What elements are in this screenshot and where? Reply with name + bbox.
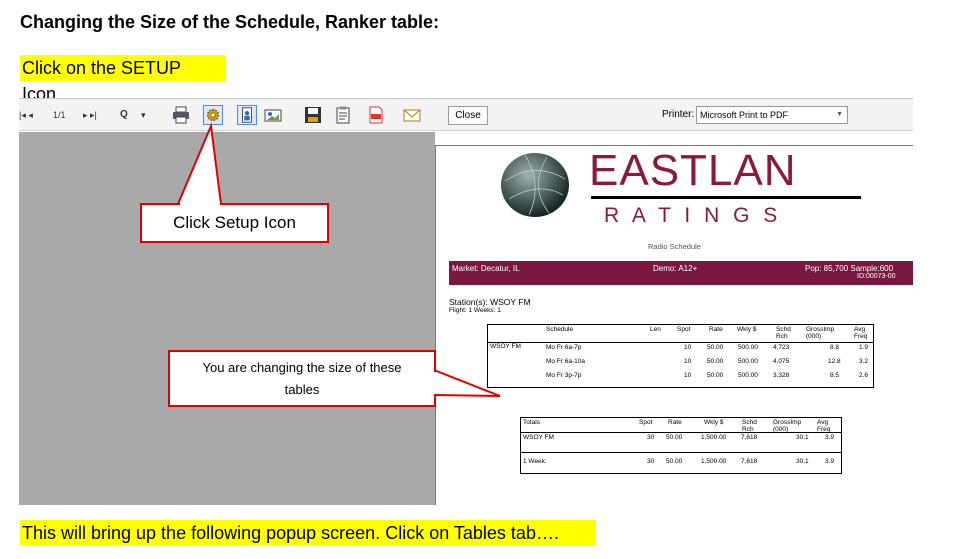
viewer-toolbar: |◂ ◂ 1/1 ▸ ▸| Q ▾ Close Printer: Microso… [19,99,913,131]
cell: 1 Week: [523,458,547,465]
brand-rule [591,196,861,199]
next-last-nav[interactable]: ▸ ▸| [83,99,97,131]
cell: 1,500.00 [701,434,727,441]
table-divider [521,452,841,453]
schedule-table: Schedule Len Spot Rate Wkly $ Schd Rch G… [487,324,874,388]
cell: 50.00 [707,372,724,379]
landscape-icon[interactable] [263,105,283,125]
cell: 50.00 [666,458,683,465]
printer-value: Microsoft Print to PDF [700,110,789,120]
globe-logo-icon [501,153,569,217]
printer-label: Printer: [662,109,695,120]
col-avg-freq: Avg Freq [817,419,831,433]
email-icon[interactable] [402,105,422,125]
report-viewer: |◂ ◂ 1/1 ▸ ▸| Q ▾ Close Printer: Microso… [19,98,913,505]
pop-label: Pop: 85,700 Sample:600 [805,264,894,273]
totals-table: Totals Spot Rate Wkly $ Schd Rch GrossIm… [520,417,842,474]
col-schd-rch: Schd Rch [742,419,757,433]
col-spot: Spot [639,419,653,426]
col-grossimp: GrossImp (000) [806,326,835,340]
cell: 4,075 [773,358,790,365]
col-schedule: Schedule [546,326,574,333]
cell: 7,618 [741,434,758,441]
instruction-top: Click on the SETUP Icon. [20,55,225,104]
cell: 12.8 [828,358,841,365]
cell: 500.00 [738,344,758,351]
cell: 30.1 [796,458,809,465]
cell: 500.00 [738,358,758,365]
id-label: ID:00073-00 [857,273,896,280]
cell: 30 [647,458,655,465]
cell: 10 [684,344,692,351]
chevron-down-icon: ▼ [836,111,843,118]
heading: Changing the Size of the Schedule, Ranke… [20,12,440,32]
pdf-icon[interactable] [366,105,386,125]
cell: Mo Fr 6a-10a [546,358,586,365]
col-wkly: Wkly $ [704,419,724,426]
printer-select[interactable]: Microsoft Print to PDF ▼ [696,106,848,124]
table-header-rule [488,342,873,343]
callout-joint [180,201,220,205]
cell: Mo Fr 6a-7p [546,344,582,351]
cell: 3,328 [773,372,790,379]
cell: 50.00 [707,344,724,351]
col-rate: Rate [668,419,682,426]
flight-label: Flight: 1 Weeks: 1 [449,307,501,314]
viewer-background [19,132,435,505]
cell: 3.9 [825,434,835,441]
first-prev-nav[interactable]: |◂ ◂ [19,99,33,131]
page-indicator: 1/1 [53,110,66,120]
cell: WSOY FM [523,434,554,441]
save-icon[interactable] [303,105,323,125]
close-button[interactable]: Close [448,106,488,125]
cell: 30.1 [796,434,809,441]
demo-label: Demo: A12+ [653,264,698,273]
brand-subtitle: R A T I N G S [604,204,782,227]
cell: 30 [647,434,655,441]
printer-icon[interactable] [171,105,191,125]
tables-callout: You are changing the size of these table… [168,350,436,407]
cell: 500.00 [738,372,758,379]
report-subtitle: Radio Schedule [648,242,701,251]
station-cell: WSOY FM [490,343,521,350]
col-schd-rch: Schd Rch [776,326,791,340]
setup-callout: Click Setup Icon [140,203,329,243]
report-page: EASTLAN R A T I N G S Radio Schedule Mar… [435,145,913,505]
portrait-icon[interactable] [237,105,257,125]
setup-gear-icon[interactable] [203,105,223,125]
col-spot: Spot [677,326,691,333]
instruction-bottom: This will bring up the following popup s… [20,520,596,546]
col-grossimp: GrossImp (000) [773,419,802,433]
cell: 7,618 [741,458,758,465]
col-len: Len [650,326,661,333]
col-rate: Rate [709,326,723,333]
cell: 1.9 [859,344,869,351]
report-banner: Market: Decatur, IL Demo: A12+ Pop: 85,7… [449,261,913,285]
cell: 10 [684,358,692,365]
cell: 2.6 [859,372,869,379]
callout-joint [432,372,436,394]
col-totals: Totals [523,419,540,426]
cell: 8.5 [830,372,840,379]
cell: 1,500.00 [701,458,727,465]
cell: 50.00 [707,358,724,365]
cell: 10 [684,372,692,379]
cell: 3.9 [825,458,835,465]
station-label: Station(s): WSOY FM [449,297,531,307]
cell: 3.2 [859,358,869,365]
zoom-dropdown-icon[interactable]: ▾ [141,99,146,131]
market-label: Market: Decatur, IL [452,264,520,273]
zoom-icon[interactable]: Q [120,99,128,131]
cell: 4,723 [773,344,790,351]
col-wkly: Wkly $ [737,326,757,333]
cell: Mo Fr 3p-7p [546,372,582,379]
col-avg-freq: Avg Freq [854,326,868,340]
cell: 50.00 [666,434,683,441]
cell: 8.8 [830,344,840,351]
brand-title: EASTLAN [589,146,797,195]
clipboard-icon[interactable] [333,105,353,125]
